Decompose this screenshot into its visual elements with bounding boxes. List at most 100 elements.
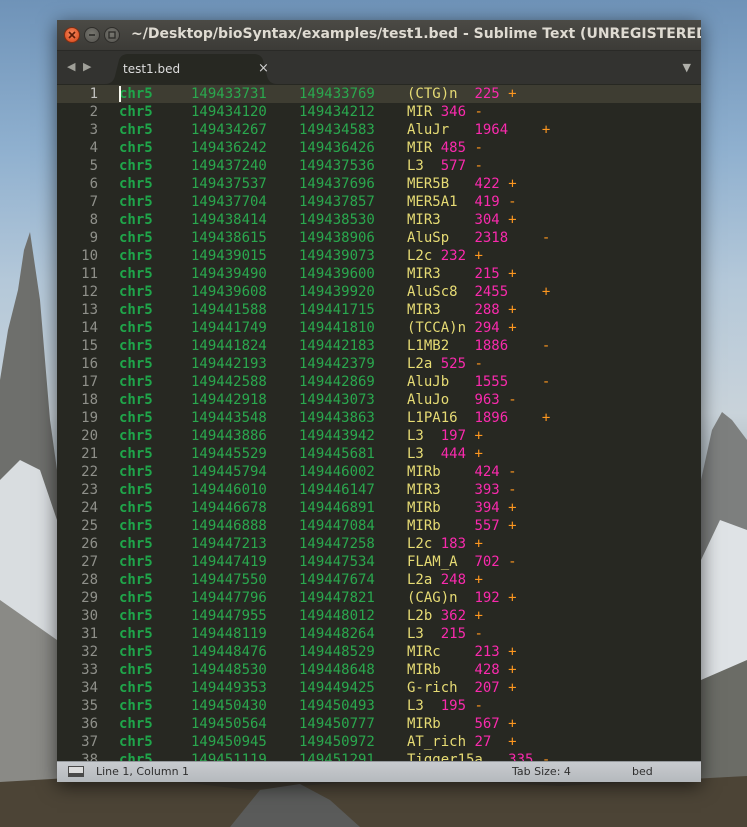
- bed-start: 149450564: [191, 716, 267, 732]
- code-line[interactable]: 19 chr5 149443548 149443863 L1PA16 1896 +: [57, 409, 701, 427]
- code-line[interactable]: 20 chr5 149443886 149443942 L3 197 +: [57, 427, 701, 445]
- panel-toggle-icon[interactable]: [68, 766, 84, 777]
- code-line[interactable]: 37 chr5 149450945 149450972 AT_rich 27 +: [57, 733, 701, 751]
- code-line[interactable]: 16 chr5 149442193 149442379 L2a 525 -: [57, 355, 701, 373]
- bed-score: 1886: [474, 338, 509, 354]
- text-cursor: [119, 86, 121, 102]
- code-line[interactable]: 29 chr5 149447796 149447821 (CAG)n 192 +: [57, 589, 701, 607]
- code-line[interactable]: 11 chr5 149439490 149439600 MIR3 215 +: [57, 265, 701, 283]
- code-line[interactable]: 18 chr5 149442918 149443073 AluJo 963 -: [57, 391, 701, 409]
- close-window-button[interactable]: [64, 27, 80, 43]
- bed-end: 149447534: [299, 554, 375, 570]
- minimize-window-button[interactable]: [84, 27, 100, 43]
- code-line[interactable]: 4 chr5 149436242 149436426 MIR 485 -: [57, 139, 701, 157]
- bed-name: L3: [407, 446, 424, 462]
- code-line[interactable]: 2 chr5 149434120 149434212 MIR 346 -: [57, 103, 701, 121]
- chevron-down-icon[interactable]: ▼: [683, 61, 691, 74]
- tab-size-selector[interactable]: Tab Size: 4: [512, 765, 571, 778]
- bed-chrom: chr5: [119, 374, 153, 390]
- bed-score: 362: [440, 608, 467, 624]
- bed-strand: +: [508, 500, 517, 516]
- code-line[interactable]: 28 chr5 149447550 149447674 L2a 248 +: [57, 571, 701, 589]
- bed-score: 702: [474, 554, 500, 570]
- code-line[interactable]: 14 chr5 149441749 149441810 (TCCA)n 294 +: [57, 319, 701, 337]
- code-line[interactable]: 36 chr5 149450564 149450777 MIRb 567 +: [57, 715, 701, 733]
- bed-annotation: MIR3 215 +: [407, 265, 517, 283]
- code-line[interactable]: 12 chr5 149439608 149439920 AluSc8 2455 +: [57, 283, 701, 301]
- bed-start: 149439608: [191, 284, 267, 300]
- bed-strand: +: [508, 734, 517, 750]
- line-number: 22: [81, 464, 98, 480]
- bed-name: AluSc8: [407, 284, 458, 300]
- code-line[interactable]: 22 chr5 149445794 149446002 MIRb 424 -: [57, 463, 701, 481]
- bed-name: L2c: [407, 248, 433, 264]
- code-line[interactable]: 38 chr5 149451119 149451291 Tigger15a 335 -: [57, 751, 701, 761]
- code-line[interactable]: 5 chr5 149437240 149437536 L3 577 -: [57, 157, 701, 175]
- code-line[interactable]: 31 chr5 149448119 149448264 L3 215 -: [57, 625, 701, 643]
- bed-name: MIR: [407, 104, 433, 120]
- bed-score: 419: [474, 194, 500, 210]
- code-line[interactable]: 10 chr5 149439015 149439073 L2c 232 +: [57, 247, 701, 265]
- code-line[interactable]: 35 chr5 149450430 149450493 L3 195 -: [57, 697, 701, 715]
- code-line[interactable]: 7 chr5 149437704 149437857 MER5A1 419 -: [57, 193, 701, 211]
- bed-score: 346: [440, 104, 467, 120]
- code-line[interactable]: 6 chr5 149437537 149437696 MER5B 422 +: [57, 175, 701, 193]
- bed-start: 149450945: [191, 734, 267, 750]
- bed-annotation: L2c 232 +: [407, 247, 483, 265]
- bed-name: AluSp: [407, 230, 450, 246]
- sublime-window: ~/Desktop/bioSyntax/examples/test1.bed -…: [57, 20, 701, 782]
- bed-strand: -: [508, 464, 517, 480]
- bed-strand: +: [508, 302, 517, 318]
- code-line[interactable]: 8 chr5 149438414 149438530 MIR3 304 +: [57, 211, 701, 229]
- syntax-selector[interactable]: bed: [632, 765, 653, 778]
- tab-label: test1.bed: [123, 62, 181, 76]
- tab-test1-bed[interactable]: test1.bed ×: [105, 54, 277, 84]
- bed-chrom: chr5: [119, 392, 153, 408]
- bed-annotation: MIRc 213 +: [407, 643, 517, 661]
- bed-score: 207: [474, 680, 500, 696]
- bed-strand: +: [474, 536, 483, 552]
- bed-score: 557: [474, 518, 500, 534]
- code-line[interactable]: 32 chr5 149448476 149448529 MIRc 213 +: [57, 643, 701, 661]
- code-line[interactable]: 9 chr5 149438615 149438906 AluSp 2318 -: [57, 229, 701, 247]
- close-icon[interactable]: ×: [258, 61, 269, 76]
- bed-strand: -: [474, 104, 483, 120]
- bed-end: 149448648: [299, 662, 375, 678]
- code-line[interactable]: 23 chr5 149446010 149446147 MIR3 393 -: [57, 481, 701, 499]
- bed-score: 393: [474, 482, 500, 498]
- bed-name: L2a: [407, 356, 433, 372]
- arrows-icon[interactable]: ◀ ▶: [67, 60, 93, 73]
- bed-strand: +: [508, 212, 517, 228]
- code-line[interactable]: 3 chr5 149434267 149434583 AluJr 1964 +: [57, 121, 701, 139]
- code-line[interactable]: 26 chr5 149447213 149447258 L2c 183 +: [57, 535, 701, 553]
- code-line[interactable]: 1 chr5 149433731 149433769 (CTG)n 225 +: [57, 85, 701, 103]
- bed-strand: +: [474, 428, 483, 444]
- bed-chrom: chr5: [119, 320, 153, 336]
- bed-chrom: chr5: [119, 428, 153, 444]
- bed-name: MIRb: [407, 464, 441, 480]
- code-line[interactable]: 25 chr5 149446888 149447084 MIRb 557 +: [57, 517, 701, 535]
- code-line[interactable]: 30 chr5 149447955 149448012 L2b 362 +: [57, 607, 701, 625]
- bed-chrom: chr5: [119, 212, 153, 228]
- code-line[interactable]: 21 chr5 149445529 149445681 L3 444 +: [57, 445, 701, 463]
- bed-chrom: chr5: [119, 554, 153, 570]
- code-line[interactable]: 33 chr5 149448530 149448648 MIRb 428 +: [57, 661, 701, 679]
- code-line[interactable]: 13 chr5 149441588 149441715 MIR3 288 +: [57, 301, 701, 319]
- code-editor[interactable]: 1 chr5 149433731 149433769 (CTG)n 225 +2 chr5…: [57, 84, 701, 761]
- bed-score: 27: [474, 734, 492, 750]
- code-line[interactable]: 24 chr5 149446678 149446891 MIRb 394 +: [57, 499, 701, 517]
- bed-score: 1964: [474, 122, 509, 138]
- bed-name: L3: [407, 626, 424, 642]
- title-bar[interactable]: ~/Desktop/bioSyntax/examples/test1.bed -…: [57, 20, 701, 51]
- maximize-window-button[interactable]: [104, 27, 120, 43]
- code-line[interactable]: 34 chr5 149449353 149449425 G-rich 207 +: [57, 679, 701, 697]
- bed-end: 149447084: [299, 518, 375, 534]
- code-line[interactable]: 15 chr5 149441824 149442183 L1MB2 1886 -: [57, 337, 701, 355]
- bed-chrom: chr5: [119, 734, 153, 750]
- bed-annotation: L3 197 +: [407, 427, 483, 445]
- bed-score: 394: [474, 500, 500, 516]
- bed-end: 149437857: [299, 194, 375, 210]
- code-line[interactable]: 27 chr5 149447419 149447534 FLAM_A 702 -: [57, 553, 701, 571]
- code-line[interactable]: 17 chr5 149442588 149442869 AluJb 1555 -: [57, 373, 701, 391]
- bed-start: 149446010: [191, 482, 267, 498]
